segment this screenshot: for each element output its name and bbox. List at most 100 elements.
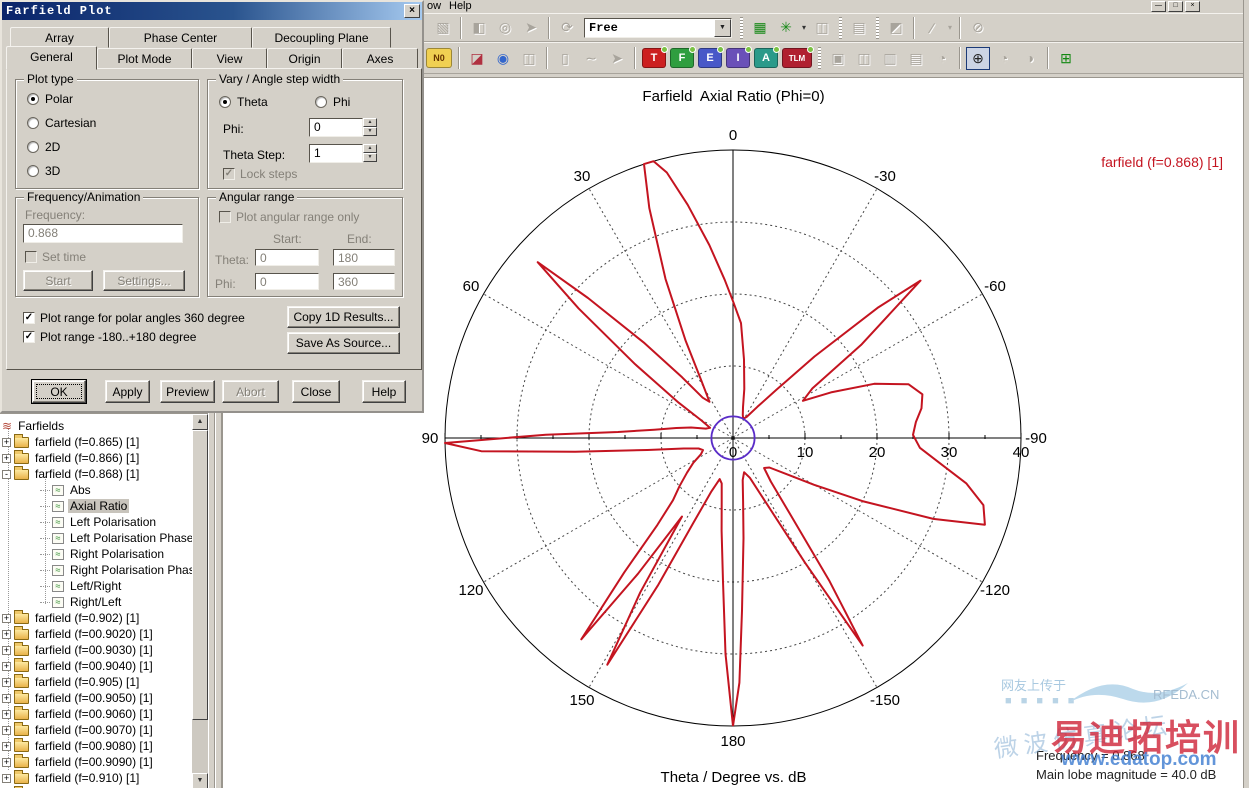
view-mode-combo[interactable]: Free ▼ [584,17,732,38]
tab-view[interactable]: View [192,48,267,69]
solver-frequency-icon[interactable]: F [670,46,696,68]
tree-expand-icon[interactable]: + [2,613,11,623]
tree-item[interactable]: + farfield (f=0.902) [1] [2,609,141,626]
solver-asymptotic-icon[interactable]: A [754,46,780,68]
tree-expand-icon[interactable]: + [2,709,11,719]
tree-item[interactable]: + farfield (f=00.9050) [1] [2,689,155,706]
scrollbar-up-icon[interactable]: ▲ [192,414,208,430]
dialog-close-icon[interactable]: × [404,4,420,18]
tree-item[interactable]: + farfield (f=0.866) [1] [2,449,141,466]
copy-1d-results-button[interactable]: Copy 1D Results... [287,306,400,328]
tree-item[interactable]: + farfield (f=00.9070) [1] [2,721,155,738]
restore-icon[interactable]: □ [1168,1,1183,12]
radio-theta[interactable] [219,96,231,108]
material-view-icon[interactable]: ◪ [465,47,489,70]
tree-expand-icon[interactable]: + [2,661,11,671]
ok-button[interactable]: OK [31,379,87,404]
close-window-icon[interactable]: × [1185,1,1200,12]
tree-item[interactable]: + farfield (f=0.910) [1] [2,769,141,786]
tree-expand-icon[interactable]: + [2,757,11,767]
menu-window-partial[interactable]: ow [427,0,441,12]
tab-phase-center[interactable]: Phase Center [109,27,252,48]
wave-sphere-icon[interactable]: ◉ [491,47,515,70]
tree-item[interactable]: + farfield (f=00.9060) [1] [2,705,155,722]
tree-item[interactable]: - farfield (f=0.868) [1] [2,465,141,482]
ruler-icon[interactable]: N0 [426,48,452,68]
tree-expand-icon[interactable]: + [2,645,11,655]
mesh-dropdown-caret-icon[interactable]: ▾ [799,17,809,39]
tree-item[interactable]: ≈ Right Polarisation [40,546,166,562]
show-mesh-cube-icon[interactable]: ▦ [748,16,772,39]
tree-expand-icon[interactable]: + [2,437,11,447]
tree-item[interactable]: ≈ Left/Right [40,578,123,594]
tab-decoupling-plane[interactable]: Decoupling Plane [252,27,391,48]
tree-expand-icon[interactable]: + [2,693,11,703]
tab-plot-mode[interactable]: Plot Mode [97,48,192,69]
tree-item[interactable]: ≈ Abs [40,482,93,498]
tree-item[interactable]: + farfield (f=00.9080) [1] [2,737,155,754]
phi-stepper[interactable]: ▲ ▼ [363,118,377,136]
close-button[interactable]: Close [292,380,340,403]
tree-item[interactable]: + farfield (f=00.9040) [1] [2,657,155,674]
radio-polar[interactable] [27,93,39,105]
save-as-source-button[interactable]: Save As Source... [287,332,400,354]
tree-expand-icon[interactable]: + [2,629,11,639]
solver-time-icon[interactable]: T [642,46,668,68]
preview-button[interactable]: Preview [160,380,215,403]
scrollbar-down-icon[interactable]: ▼ [192,773,208,788]
help-button[interactable]: Help [362,380,406,403]
toolbar-grip [839,16,842,39]
tree-item[interactable]: ≈ Right/Left [40,594,123,610]
tree-item-label: Abs [70,483,91,497]
tree-item[interactable]: + farfield (f=0.905) [1] [2,673,141,690]
folder-icon [14,465,29,480]
solver-tlm-icon[interactable]: TLM [782,46,814,68]
tree-item[interactable]: ≋ Farfields [2,418,66,434]
menu-help[interactable]: Help [449,0,472,12]
tab-axes[interactable]: Axes [342,48,418,69]
farfields-root-icon: ≋ [2,419,13,433]
plot-range-180-checkbox[interactable] [23,331,35,343]
tree-item-label: farfield (f=00.9050) [1] [35,691,153,705]
radio-cartesian[interactable] [27,117,39,129]
mesh-properties-icon[interactable]: ✳ [774,16,798,39]
polar-plot-icon[interactable]: ⊕ [966,46,990,70]
tab-origin[interactable]: Origin [267,48,342,69]
panel-splitter[interactable] [208,413,222,788]
tab-general[interactable]: General [6,46,97,70]
phi-input[interactable]: 0 [309,118,363,137]
tree-item[interactable]: ≈ Left Polarisation Phase [40,530,195,546]
tree-expand-icon[interactable]: + [2,725,11,735]
tree-expand-icon[interactable]: + [2,741,11,751]
apply-button[interactable]: Apply [105,380,150,403]
solver-eigenmode-icon[interactable]: E [698,46,724,68]
solver-integral-icon[interactable]: I [726,46,752,68]
tree-expand-icon[interactable]: + [2,677,11,687]
tree-item[interactable]: ≈ Right Polarisation Phase [40,562,203,578]
minimize-icon[interactable]: — [1151,1,1166,12]
tree-scrollbar[interactable]: ▲ ▼ [192,414,208,788]
tab-array[interactable]: Array [10,27,109,48]
tree-item[interactable]: ≈ Axial Ratio [40,498,130,514]
scrollbar-thumb[interactable] [192,430,208,720]
combo-dropdown-icon[interactable]: ▼ [714,18,731,37]
group-legend: Frequency/Animation [24,190,144,204]
plot-range-360-checkbox[interactable] [23,312,35,324]
tree-item[interactable]: + farfield (f=0.865) [1] [2,433,141,450]
dialog-titlebar[interactable]: Farfield Plot × [2,2,422,20]
theta-step-input[interactable]: 1 [309,144,363,163]
tree-expand-icon[interactable]: + [2,773,11,783]
tree-item[interactable]: ≈ Left Polarisation [40,514,158,530]
radio-2d[interactable] [27,141,39,153]
tree-expand-icon[interactable]: - [2,469,11,479]
radio-3d[interactable] [27,165,39,177]
angle-label: 150 [569,692,594,709]
farfield-source-icon[interactable]: ⊞ [1054,47,1078,70]
tree-item[interactable]: + farfield (f=00.9020) [1] [2,625,155,642]
radio-phi[interactable] [315,96,327,108]
radio-theta-label: Theta [237,95,268,109]
tree-item[interactable]: + farfield (f=00.9030) [1] [2,641,155,658]
theta-step-stepper[interactable]: ▲ ▼ [363,144,377,162]
tree-expand-icon[interactable]: + [2,453,11,463]
tree-item[interactable]: + farfield (f=00.9090) [1] [2,753,155,770]
